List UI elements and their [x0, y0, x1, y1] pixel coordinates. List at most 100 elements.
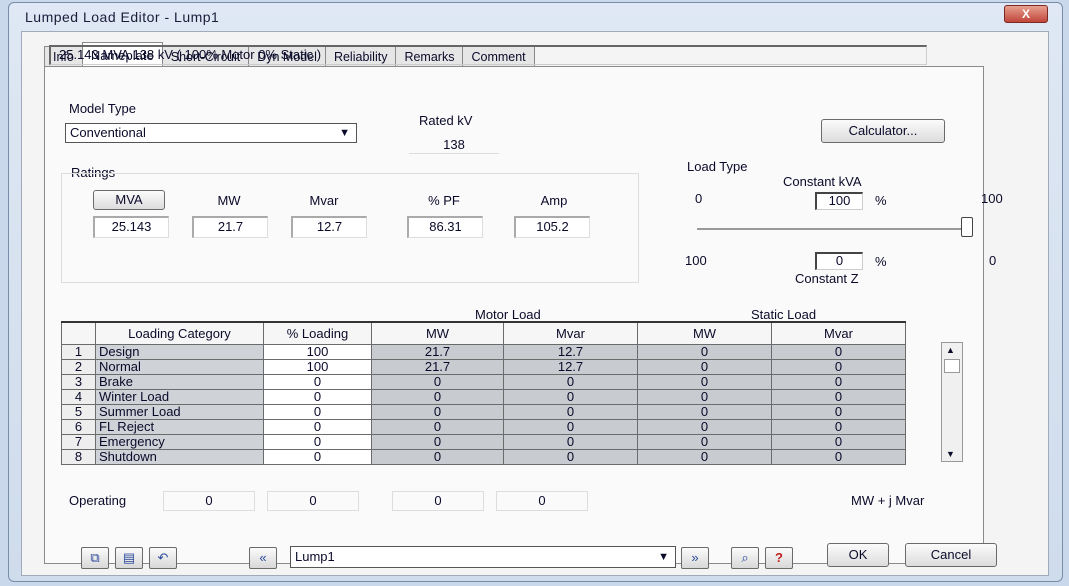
motor-mvar-header: Mvar [503, 321, 638, 345]
loading-category-cell: Summer Load [95, 403, 264, 420]
mva-field[interactable]: 25.143 [93, 216, 169, 238]
percent-loading-cell[interactable]: 100 [263, 358, 372, 375]
undo-icon[interactable]: ↶ [149, 547, 177, 569]
static-mw-cell: 0 [637, 358, 772, 375]
pf-header: % PF [428, 193, 460, 208]
scroll-thumb[interactable] [944, 359, 960, 373]
row-number-cell: 6 [61, 418, 96, 435]
operating-static-mvar: 0 [496, 491, 588, 511]
static-mvar-cell: 0 [771, 373, 906, 390]
loading-category-cell: FL Reject [95, 418, 264, 435]
mvar-field[interactable]: 12.7 [291, 216, 367, 238]
rated-kv-label: Rated kV [419, 113, 473, 128]
loading-category-header: Loading Category [95, 321, 264, 345]
pf-field[interactable]: 86.31 [407, 216, 483, 238]
row-number-cell: 1 [61, 343, 96, 360]
motor-mw-cell: 0 [371, 373, 504, 390]
table-row[interactable]: 1 Design 100 21.7 12.7 0 0 [61, 343, 906, 360]
loading-category-cell: Normal [95, 358, 264, 375]
table-row[interactable]: 2 Normal 100 21.7 12.7 0 0 [61, 358, 906, 375]
model-type-dropdown[interactable]: Conventional ▼ [65, 123, 357, 143]
z-percent-field[interactable]: 0 [815, 252, 863, 270]
static-mw-cell: 0 [637, 448, 772, 465]
load-type-label: Load Type [687, 159, 748, 174]
chevron-down-icon: ▼ [658, 551, 669, 563]
z-min-label: 100 [685, 253, 707, 268]
static-mvar-cell: 0 [771, 388, 906, 405]
operating-static-mw: 0 [392, 491, 484, 511]
motor-mw-cell: 21.7 [371, 343, 504, 360]
row-number-cell: 7 [61, 433, 96, 450]
static-mw-cell: 0 [637, 343, 772, 360]
percent-loading-cell[interactable]: 0 [263, 388, 372, 405]
scroll-up-icon[interactable]: ▲ [946, 345, 955, 355]
load-type-slider-thumb[interactable] [961, 217, 973, 237]
paste-icon[interactable]: ▤ [115, 547, 143, 569]
static-mw-header: MW [637, 321, 772, 345]
static-mvar-cell: 0 [771, 358, 906, 375]
amp-field[interactable]: 105.2 [514, 216, 590, 238]
row-number-cell: 4 [61, 388, 96, 405]
z-max-label: 0 [989, 253, 997, 268]
motor-mvar-cell: 0 [503, 373, 638, 390]
table-row[interactable]: 7 Emergency 0 0 0 0 0 [61, 433, 906, 450]
percent-loading-cell[interactable]: 0 [263, 418, 372, 435]
loading-category-cell: Shutdown [95, 448, 264, 465]
motor-mvar-cell: 0 [503, 433, 638, 450]
motor-mvar-cell: 12.7 [503, 343, 638, 360]
constant-kva-label: Constant kVA [783, 174, 862, 189]
percent-loading-cell[interactable]: 0 [263, 373, 372, 390]
rated-kv-value[interactable]: 138 [409, 136, 499, 154]
close-button[interactable]: X [1004, 5, 1048, 23]
kva-max-label: 100 [981, 191, 1003, 206]
operating-motor-mvar: 0 [267, 491, 359, 511]
chevron-down-icon: ▼ [339, 127, 350, 139]
table-row[interactable]: 8 Shutdown 0 0 0 0 0 [61, 448, 906, 465]
static-load-header: Static Load [751, 307, 817, 322]
load-type-slider-track[interactable] [697, 228, 967, 230]
help-icon[interactable]: ? [765, 547, 793, 569]
next-icon[interactable]: » [681, 547, 709, 569]
scroll-down-icon[interactable]: ▼ [946, 449, 955, 459]
motor-mw-cell: 0 [371, 433, 504, 450]
percent-loading-cell[interactable]: 0 [263, 448, 372, 465]
row-number-cell: 8 [61, 448, 96, 465]
cancel-button[interactable]: Cancel [905, 543, 997, 567]
percent-loading-cell[interactable]: 0 [263, 433, 372, 450]
static-mw-cell: 0 [637, 388, 772, 405]
percent-loading-cell[interactable]: 100 [263, 343, 372, 360]
element-selector[interactable]: Lump1 ▼ [290, 546, 676, 568]
mw-field[interactable]: 21.7 [192, 216, 268, 238]
amp-header: Amp [540, 193, 568, 208]
table-scrollbar[interactable]: ▲ ▼ [941, 342, 963, 462]
calculator-button[interactable]: Calculator... [821, 119, 945, 143]
copy-icon[interactable]: ⧉ [81, 547, 109, 569]
table-row[interactable]: 4 Winter Load 0 0 0 0 0 [61, 388, 906, 405]
kva-percent-field[interactable]: 100 [815, 192, 863, 210]
static-mvar-header: Mvar [771, 321, 906, 345]
motor-load-header: Motor Load [475, 307, 541, 322]
motor-mvar-cell: 12.7 [503, 358, 638, 375]
motor-mvar-cell: 0 [503, 403, 638, 420]
percent-loading-header: % Loading [263, 321, 372, 345]
table-row[interactable]: 5 Summer Load 0 0 0 0 0 [61, 403, 906, 420]
operating-motor-mw: 0 [163, 491, 255, 511]
model-type-value: Conventional [70, 125, 146, 140]
table-row[interactable]: 6 FL Reject 0 0 0 0 0 [61, 418, 906, 435]
kva-min-label: 0 [695, 191, 703, 206]
motor-mw-cell: 0 [371, 403, 504, 420]
table-row[interactable]: 3 Brake 0 0 0 0 0 [61, 373, 906, 390]
element-selector-value: Lump1 [295, 549, 335, 564]
constant-z-label: Constant Z [795, 271, 859, 286]
summary-line: 25.143 MVA 138 kV ( 100% Motor 0% Static… [49, 45, 927, 65]
static-mw-cell: 0 [637, 403, 772, 420]
mvar-header: Mvar [309, 193, 339, 208]
mva-button[interactable]: MVA [93, 190, 165, 210]
prev-icon[interactable]: « [249, 547, 277, 569]
loading-category-cell: Emergency [95, 433, 264, 450]
motor-mvar-cell: 0 [503, 388, 638, 405]
static-mw-cell: 0 [637, 418, 772, 435]
find-icon[interactable]: ⌕ [731, 547, 759, 569]
ok-button[interactable]: OK [827, 543, 889, 567]
percent-loading-cell[interactable]: 0 [263, 403, 372, 420]
